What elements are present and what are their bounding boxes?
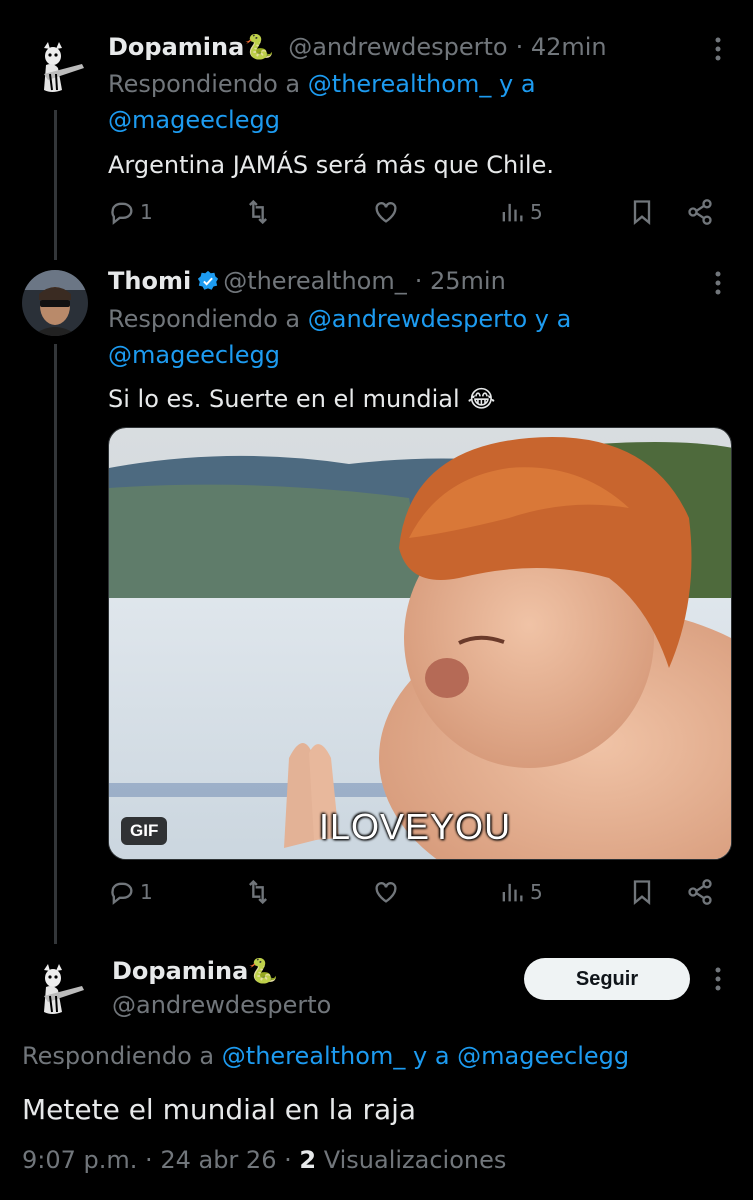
reply-icon [111,882,133,905]
bookmark-button[interactable] [628,878,656,906]
action-bar: 1 5 [108,198,728,234]
display-name[interactable]: Dopamina [108,33,244,61]
tweet-header: Thomi @therealthom_ · 25min [108,264,506,298]
reply-count: 1 [140,200,153,224]
tweet-text: Si lo es. Suerte en el mundial 😂 [108,382,495,416]
views-count: 5 [530,200,543,224]
bookmark-button[interactable] [628,198,656,226]
replying-prefix: Respondiendo a [108,305,301,333]
bookmark-icon [633,880,651,905]
reply-button[interactable]: 1 [108,198,153,226]
display-name[interactable]: Thomi [108,267,191,295]
username-row: @andrewdesperto [112,988,331,1022]
replying-and: y a [498,70,536,98]
username[interactable]: @therealthom_ [223,267,407,295]
mention-link[interactable]: @andrewdesperto [308,305,527,333]
retweet-button[interactable] [244,198,272,226]
separator: · [145,1146,161,1174]
timestamp[interactable]: · 42min [516,33,607,61]
tweet-text: Argentina JAMÁS será más que Chile. [108,151,554,179]
retweet-icon [249,879,267,905]
retweet-button[interactable] [244,878,272,906]
name-emoji: 🐍 [244,33,275,61]
replying-to: Respondiendo a @andrewdesperto y a @mage… [108,301,708,373]
more-icon[interactable] [706,34,730,64]
separator: · [284,1146,300,1174]
avatar[interactable] [22,956,88,1022]
views-button[interactable]: 5 [498,878,543,906]
like-button[interactable] [372,878,400,906]
gif-image [109,428,731,859]
like-icon [375,202,397,223]
views-button[interactable]: 5 [498,198,543,226]
share-button[interactable] [686,878,714,906]
username[interactable]: @andrewdesperto [288,33,507,61]
more-icon[interactable] [706,964,730,994]
mention-link[interactable]: @mageeclegg [108,341,280,369]
username[interactable]: @andrewdesperto [112,991,331,1019]
views-icon [502,203,523,222]
thread-line [54,344,57,944]
laughing-emoji: 😂 [467,385,496,413]
tweet-header: Dopamina 🐍 @andrewdesperto · 42min [108,30,607,64]
share-icon [688,199,712,225]
replying-to: Respondiendo a @therealthom_ y a @mageec… [22,1038,629,1074]
tweet-date[interactable]: 24 abr 26 [160,1146,276,1174]
display-name[interactable]: Dopamina [112,957,248,985]
replying-prefix: Respondiendo a [108,70,301,98]
views-count[interactable]: 2 [299,1146,316,1174]
avatar[interactable] [22,270,88,336]
replying-and: y a [534,305,572,333]
tweet-meta: 9:07 p.m. · 24 abr 26 · 2 Visualizacione… [22,1140,506,1180]
more-icon[interactable] [706,268,730,298]
tweet-text: Metete el mundial en la raja [22,1093,417,1126]
replying-to: Respondiendo a @therealthom_ y a @mageec… [108,66,708,138]
like-button[interactable] [372,198,400,226]
tweet-time[interactable]: 9:07 p.m. [22,1146,137,1174]
reply-count: 1 [140,880,153,904]
replying-prefix: Respondiendo a [22,1042,215,1070]
timestamp[interactable]: · 25min [415,267,506,295]
mention-link[interactable]: @therealthom_ [222,1042,406,1070]
like-icon [375,882,397,903]
views-icon [502,883,523,902]
reply-icon [111,202,133,225]
tweet-text-content: Si lo es. Suerte en el mundial [108,385,460,413]
thread-line [54,110,57,260]
gif-media[interactable]: ILOVEYOU GIF [108,427,732,860]
share-icon [688,879,712,905]
verified-icon [198,270,219,290]
gif-badge: GIF [121,817,168,845]
bookmark-icon [633,200,651,225]
reply-button[interactable]: 1 [108,878,153,906]
views-count: 5 [530,880,543,904]
share-button[interactable] [686,198,714,226]
replying-and: y a [412,1042,450,1070]
mention-link[interactable]: @mageeclegg [457,1042,629,1070]
name-emoji: 🐍 [248,957,279,985]
follow-button[interactable]: Seguir [524,958,690,1000]
tweet-header: Dopamina 🐍 [112,954,278,988]
avatar[interactable] [22,34,88,100]
mention-link[interactable]: @mageeclegg [108,106,280,134]
views-label: Visualizaciones [323,1146,507,1174]
retweet-icon [249,199,267,225]
action-bar: 1 5 [108,878,728,914]
gif-caption: ILOVEYOU [319,806,512,847]
mention-link[interactable]: @therealthom_ [308,70,492,98]
